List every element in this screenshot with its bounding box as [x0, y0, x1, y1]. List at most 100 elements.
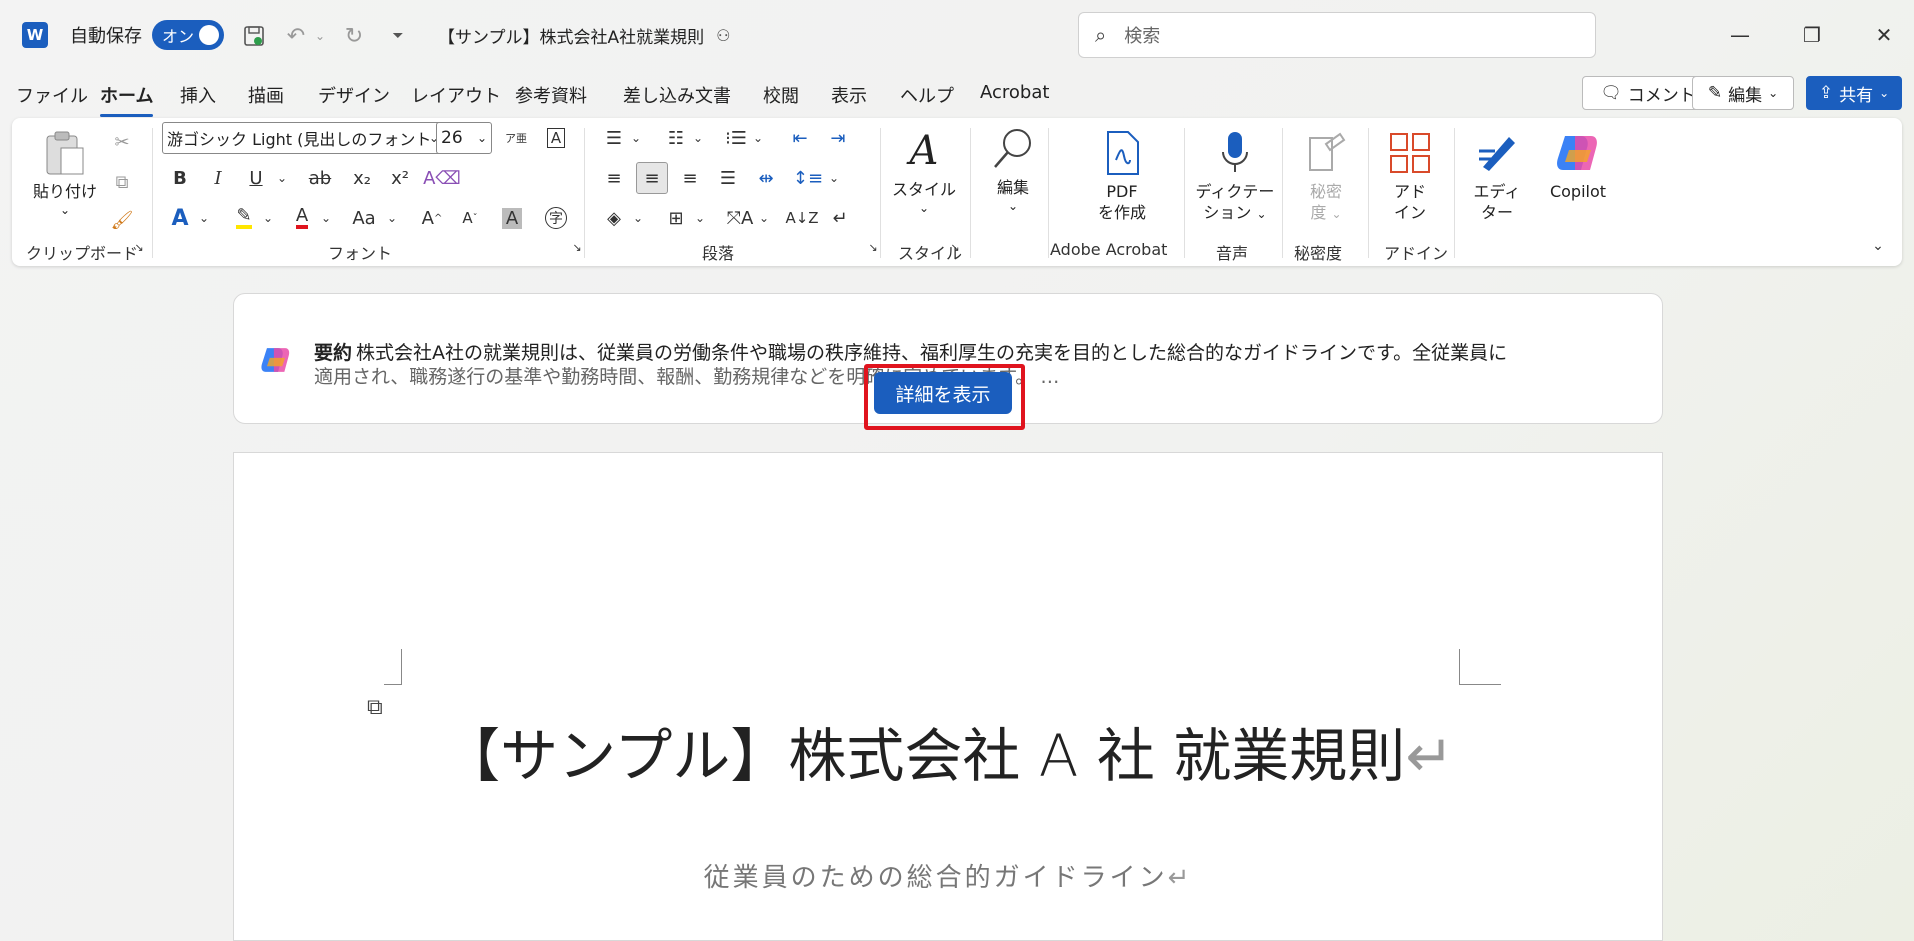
chevron-down-icon[interactable]: ⌄	[188, 202, 220, 234]
autosave-toggle[interactable]: オン	[152, 20, 224, 50]
tab-references[interactable]: 参考資料	[515, 82, 587, 108]
format-painter-icon[interactable]: 🖌	[106, 204, 138, 236]
superscript-button[interactable]: x²	[384, 162, 416, 194]
distributed-icon[interactable]: ⇹	[750, 162, 782, 194]
tab-acrobat[interactable]: Acrobat	[980, 82, 1049, 103]
chevron-down-icon[interactable]: ⌄	[620, 122, 652, 154]
share-icon: ⇪	[1818, 83, 1834, 103]
editing-label: 編集	[996, 178, 1029, 197]
font-name-combo[interactable]: 游ゴシック Light (見出しのフォント ⌄	[162, 122, 444, 154]
clear-formatting-icon[interactable]: A⌫	[423, 162, 461, 194]
share-button[interactable]: ⇪ 共有 ⌄	[1806, 76, 1902, 110]
tab-view[interactable]: 表示	[831, 82, 867, 108]
search-input[interactable]: ⌕ 検索	[1078, 12, 1596, 58]
tab-help[interactable]: ヘルプ	[900, 82, 954, 108]
document-title[interactable]: 【サンプル】株式会社A社就業規則 ⚇	[438, 0, 730, 70]
align-center-icon[interactable]: ≡	[636, 162, 668, 194]
redo-icon[interactable]: ↻	[340, 22, 368, 50]
comment-icon: 🗨	[1600, 83, 1622, 103]
close-icon[interactable]: ✕	[1864, 15, 1904, 55]
justify-icon[interactable]: ☰	[712, 162, 744, 194]
italic-button[interactable]: I	[202, 162, 234, 194]
paste-label: 貼り付け	[32, 182, 97, 201]
chevron-down-icon[interactable]: ⌄	[266, 162, 298, 194]
styles-icon: A	[909, 128, 939, 174]
addins-button[interactable]: アド イン	[1378, 128, 1442, 224]
phonetic-guide-icon[interactable]: ア亜	[500, 122, 532, 154]
tab-review[interactable]: 校閲	[763, 82, 799, 108]
sensitivity-label-2: 度 ⌄	[1310, 202, 1342, 222]
chevron-down-icon[interactable]: ⌄	[818, 162, 850, 194]
group-label-sensitivity: 秘密度	[1294, 244, 1343, 263]
edit-mode-button[interactable]: ✎ 編集 ⌄	[1692, 76, 1794, 110]
search-placeholder: 検索	[1124, 26, 1161, 47]
document-heading[interactable]: 【サンプル】株式会社 A 社 就業規則↵	[234, 709, 1662, 793]
chevron-down-icon[interactable]: ⌄	[682, 122, 714, 154]
tab-home[interactable]: ホーム	[100, 82, 154, 117]
tab-insert[interactable]: 挿入	[180, 82, 216, 108]
font-name-value: 游ゴシック Light (見出しのフォント	[167, 130, 432, 149]
font-size-combo[interactable]: 26 ⌄	[436, 122, 492, 154]
chevron-down-icon: ⌄	[918, 200, 930, 215]
group-separator	[584, 128, 585, 258]
chevron-down-icon[interactable]: ⌄	[376, 202, 408, 234]
group-separator	[152, 128, 153, 258]
tab-design[interactable]: デザイン	[318, 82, 390, 108]
tab-layout[interactable]: レイアウト	[411, 82, 501, 108]
summary-line-1: 要約 株式会社A社の就業規則は、従業員の労働条件や職場の秩序維持、福利厚生の充実を…	[314, 338, 1507, 365]
dialog-launcher-icon[interactable]: ↘	[130, 238, 148, 256]
document-subtitle[interactable]: 従業員のための総合的ガイドライン↵	[234, 857, 1662, 894]
show-formatting-marks-icon[interactable]: ↵	[824, 202, 856, 234]
restore-icon[interactable]: ❐	[1792, 15, 1832, 55]
decrease-indent-icon[interactable]: ⇤	[784, 122, 816, 154]
copilot-button[interactable]: Copilot	[1530, 128, 1626, 203]
font-size-value: 26	[441, 128, 463, 148]
document-page[interactable]: ⧉ 【サンプル】株式会社 A 社 就業規則↵ 従業員のための総合的ガイドライン↵	[233, 452, 1663, 941]
save-icon[interactable]	[240, 22, 268, 50]
editor-button[interactable]: エディ ター	[1464, 128, 1530, 224]
bold-button[interactable]: B	[164, 162, 196, 194]
tab-mailings[interactable]: 差し込み文書	[623, 82, 731, 108]
create-pdf-button[interactable]: PDF を作成	[1072, 128, 1172, 224]
document-title-text: 【サンプル】株式会社A社就業規則	[438, 27, 705, 48]
chevron-down-icon: ⌄	[1768, 86, 1779, 100]
create-pdf-label-2: を作成	[1097, 202, 1146, 222]
sensitivity-button[interactable]: 秘密 度 ⌄	[1292, 128, 1360, 224]
addins-label-2: イン	[1393, 202, 1426, 222]
tab-draw[interactable]: 描画	[248, 82, 284, 108]
character-border-icon[interactable]: A	[540, 122, 572, 154]
grow-font-icon[interactable]: A ^	[416, 202, 448, 234]
dictate-button[interactable]: ディクテー ション ⌄	[1192, 128, 1278, 224]
group-separator	[1454, 128, 1455, 258]
cut-icon[interactable]: ✂	[106, 126, 138, 158]
paste-button[interactable]: 貼り付け ⌄	[32, 128, 98, 218]
sort-icon[interactable]: A↓Z	[785, 202, 818, 234]
chevron-down-icon[interactable]: ⌄	[748, 202, 780, 234]
editing-button[interactable]: 編集 ⌄	[978, 124, 1048, 214]
customize-toolbar-icon[interactable]: ⏷	[384, 22, 412, 50]
subscript-button[interactable]: x₂	[346, 162, 378, 194]
chevron-down-icon[interactable]: ⌄	[684, 202, 716, 234]
shrink-font-icon[interactable]: Aˇ	[454, 202, 486, 234]
copilot-icon	[1553, 128, 1603, 178]
pdf-icon	[1097, 128, 1147, 178]
magnifier-icon	[988, 124, 1038, 174]
paragraph-mark: ↵	[1167, 863, 1193, 893]
copy-icon[interactable]: ⧉	[106, 166, 138, 198]
character-shading-icon[interactable]: A	[496, 202, 528, 234]
increase-indent-icon[interactable]: ⇥	[822, 122, 854, 154]
collapse-ribbon-icon[interactable]: ⌄	[1862, 230, 1894, 262]
strikethrough-button[interactable]: ab	[304, 162, 336, 194]
align-right-icon[interactable]: ≡	[674, 162, 706, 194]
chevron-down-icon[interactable]: ⌄	[252, 202, 284, 234]
undo-dropdown-icon[interactable]: ⌄	[306, 22, 334, 50]
enclose-characters-icon[interactable]: 字	[540, 202, 572, 234]
dialog-launcher-icon[interactable]: ↘	[946, 238, 964, 256]
chevron-down-icon[interactable]: ⌄	[622, 202, 654, 234]
align-left-icon[interactable]: ≡	[598, 162, 630, 194]
chevron-down-icon[interactable]: ⌄	[742, 122, 774, 154]
tab-file[interactable]: ファイル	[16, 82, 88, 108]
chevron-down-icon[interactable]: ⌄	[310, 202, 342, 234]
styles-button[interactable]: A スタイル ⌄	[888, 126, 960, 216]
minimize-icon[interactable]: —	[1720, 15, 1760, 55]
